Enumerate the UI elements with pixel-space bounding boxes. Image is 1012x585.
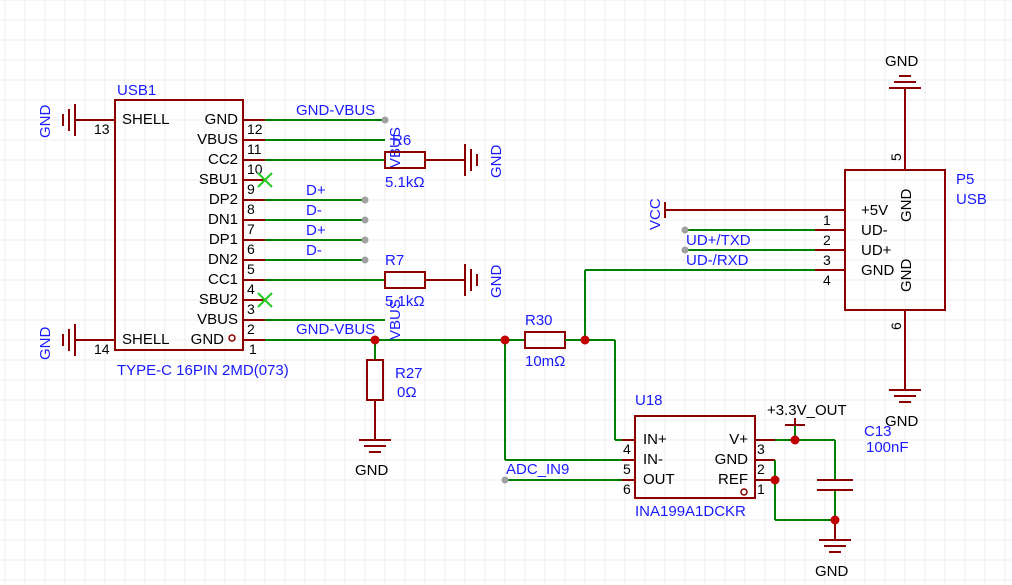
p5-part-name: USB xyxy=(956,191,987,208)
usb1-pin-num-12: 12 xyxy=(247,121,263,137)
u18-designator: U18 xyxy=(635,392,663,409)
r27-value: 0Ω xyxy=(397,384,417,401)
open-end-dp2 xyxy=(361,196,369,204)
net-label-dminus-2: D- xyxy=(306,242,322,259)
net-label-ud-rxd: UD-/RXD xyxy=(686,252,749,269)
usb1-pin-name-shell-top: SHELL xyxy=(122,111,170,128)
net-label-3v3-out: +3.3V_OUT xyxy=(767,402,847,419)
gnd-label-r6: GND xyxy=(488,145,505,179)
u18-pin-num-6: 6 xyxy=(623,481,631,497)
net-label-adc-in9: ADC_IN9 xyxy=(506,461,569,478)
usb1-pin-name-shell-bottom: SHELL xyxy=(122,331,170,348)
net-label-ud-txd: UD+/TXD xyxy=(686,232,751,249)
p5-pin-name-gnd-bottom: GND xyxy=(898,259,915,293)
usb1-pin-name-12: GND xyxy=(205,111,239,128)
usb1-pin-name-6: DP1 xyxy=(209,231,238,248)
p5-pin-num-2: 2 xyxy=(823,232,831,248)
r6-value: 5.1kΩ xyxy=(385,174,425,191)
gnd-label-c13: GND xyxy=(815,563,849,580)
gnd-label-usb1-top: GND xyxy=(37,105,54,139)
usb1-pin-num-9: 9 xyxy=(247,181,255,197)
u18-pin-num-3: 3 xyxy=(757,441,765,457)
usb1-pin-name-11: VBUS xyxy=(197,131,238,148)
r30-designator: R30 xyxy=(525,312,553,329)
gnd-label-p5-top: GND xyxy=(885,53,919,70)
r7-value: 5.1kΩ xyxy=(385,293,425,310)
r6-designator: R6 xyxy=(392,132,411,149)
power-flag-vcc: VCC xyxy=(647,198,815,230)
open-end-dp1 xyxy=(361,236,369,244)
p5-pin-name-5v: +5V xyxy=(861,202,888,219)
p5-pin-name-gnd-top: GND xyxy=(898,189,915,223)
gnd-label-r7: GND xyxy=(488,265,505,299)
u18-pin-name-vplus: V+ xyxy=(729,431,748,448)
net-label-gnd-vbus-bottom: GND-VBUS xyxy=(296,321,375,338)
net-label-gnd-vbus-top: GND-VBUS xyxy=(296,102,375,119)
usb1-pin-name-7: DN1 xyxy=(208,211,238,228)
gnd-label-r27: GND xyxy=(355,462,389,479)
gnd-symbol-p5-bottom: GND xyxy=(885,340,921,430)
net-label-dplus-2: D+ xyxy=(306,222,326,239)
gnd-symbol-usb1-shell-top: GND xyxy=(37,104,95,138)
usb1-pin-num-7: 7 xyxy=(247,221,255,237)
usb1-pin-num-5: 5 xyxy=(247,261,255,277)
gnd-symbol-p5-top: GND xyxy=(885,53,921,140)
u18-pin-name-ref: REF xyxy=(718,471,748,488)
gnd-label-p5-bottom: GND xyxy=(885,413,919,430)
u18-pin-num-1: 1 xyxy=(757,481,765,497)
usb1-pin-name-2: VBUS xyxy=(197,311,238,328)
open-end-dn2 xyxy=(361,256,369,264)
p5-designator: P5 xyxy=(956,171,974,188)
gnd-symbol-usb1-shell-bottom: GND xyxy=(37,324,95,360)
p5-pin-num-5: 5 xyxy=(888,153,904,161)
net-label-dminus-1: D- xyxy=(306,202,322,219)
usb1-pin-name-1: GND xyxy=(191,331,225,348)
usb1-pin-name-3: SBU2 xyxy=(199,291,238,308)
usb1-part-name: TYPE-C 16PIN 2MD(073) xyxy=(117,362,289,379)
p5-pin-name-ud-minus: UD- xyxy=(861,222,888,239)
power-flag-3v3-out: +3.3V_OUT xyxy=(767,402,847,426)
schematic-canvas: USB1 TYPE-C 16PIN 2MD(073) 13 14 SHELL S… xyxy=(0,0,1012,585)
p5-pin-num-6: 6 xyxy=(888,322,904,330)
usb1-pin-num-3: 3 xyxy=(247,301,255,317)
p5-pin-num-3: 3 xyxy=(823,252,831,268)
p5-pin-num-1: 1 xyxy=(823,212,831,228)
net-label-vcc: VCC xyxy=(647,198,664,230)
u18-pin-name-out: OUT xyxy=(643,471,675,488)
usb1-pin-num-13: 13 xyxy=(94,121,110,137)
usb1-pin-name-10: CC2 xyxy=(208,151,238,168)
u18-pin-num-4: 4 xyxy=(623,441,631,457)
usb1-pin-num-11: 11 xyxy=(247,141,262,157)
u18-pin-num-2: 2 xyxy=(757,461,765,477)
usb1-pin-num-8: 8 xyxy=(247,201,255,217)
u18-pin-name-in-minus: IN- xyxy=(643,451,663,468)
usb1-pin-num-1: 1 xyxy=(249,341,257,357)
r30-value: 10mΩ xyxy=(525,353,565,370)
r7-designator: R7 xyxy=(385,252,404,269)
u18-pin-name-in-plus: IN+ xyxy=(643,431,667,448)
gnd-label-usb1-bottom: GND xyxy=(37,327,54,361)
open-end-dn1 xyxy=(361,216,369,224)
p5-pin-name-ud-plus: UD+ xyxy=(861,242,892,259)
usb1-pin-name-9: SBU1 xyxy=(199,171,238,188)
r27-designator: R27 xyxy=(395,365,423,382)
p5-pin-name-gnd: GND xyxy=(861,262,895,279)
usb1-pin-name-5: DN2 xyxy=(208,251,238,268)
net-label-dplus-1: D+ xyxy=(306,182,326,199)
usb1-pin-num-14: 14 xyxy=(94,341,110,357)
usb1-pin-num-4: 4 xyxy=(247,281,255,297)
usb1-designator: USB1 xyxy=(117,82,156,99)
usb1-pin-num-2: 2 xyxy=(247,321,255,337)
usb1-connector[interactable]: USB1 TYPE-C 16PIN 2MD(073) 13 14 SHELL S… xyxy=(94,82,289,379)
open-end-gnd-vbus xyxy=(381,116,389,124)
u18-part-name: INA199A1DCKR xyxy=(635,503,746,520)
p5-pin-num-4: 4 xyxy=(823,272,831,288)
usb1-pin-name-4: CC1 xyxy=(208,271,238,288)
usb1-pin-num-6: 6 xyxy=(247,241,255,257)
usb1-pin-name-8: DP2 xyxy=(209,191,238,208)
u18-pin-name-gnd: GND xyxy=(715,451,749,468)
c13-value: 100nF xyxy=(866,439,909,456)
u18-pin-num-5: 5 xyxy=(623,461,631,477)
